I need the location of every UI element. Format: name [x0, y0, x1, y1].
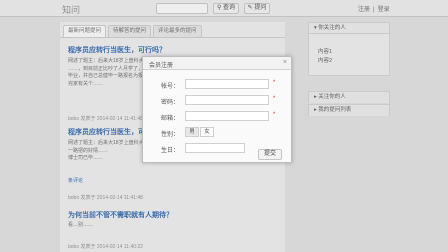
required-mark: * — [273, 96, 276, 102]
password-label: 密码： — [161, 100, 180, 106]
email-label: 邮箱： — [161, 116, 180, 122]
dialog-title: 会员注册 — [149, 63, 174, 69]
account-field[interactable] — [185, 79, 269, 89]
register-dialog: 会员注册 × 帐号： * 密码： * 邮箱： * 性别： 男 女 生日： 提交 — [142, 56, 292, 163]
submit-button[interactable]: 提交 — [258, 149, 282, 160]
gender-label: 性别： — [161, 132, 180, 138]
password-field[interactable] — [185, 95, 269, 105]
gender-male-option[interactable]: 男 — [185, 127, 199, 137]
required-mark: * — [273, 112, 276, 118]
birthday-label: 生日： — [161, 148, 180, 154]
gender-female-option[interactable]: 女 — [200, 127, 214, 137]
email-field[interactable] — [185, 111, 269, 121]
close-icon[interactable]: × — [283, 59, 287, 67]
birthday-field[interactable] — [185, 143, 245, 153]
account-label: 帐号： — [161, 84, 180, 90]
required-mark: * — [273, 80, 276, 86]
